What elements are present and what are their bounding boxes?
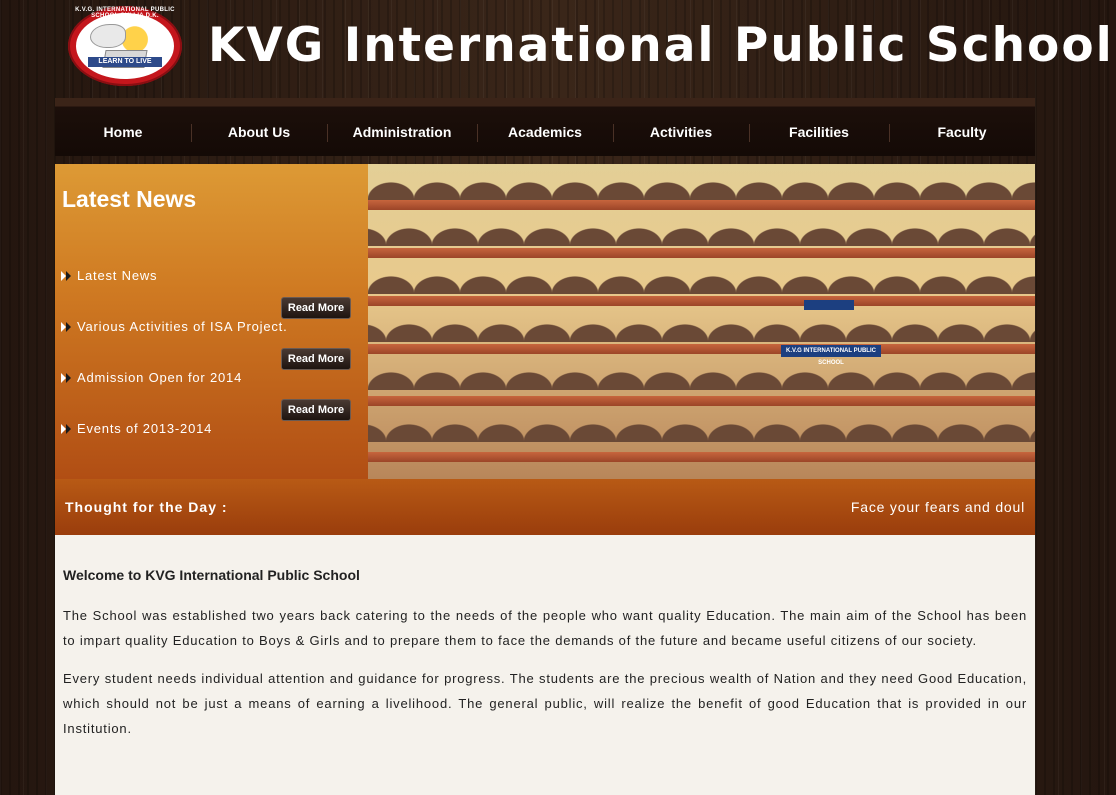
logo-emblem — [76, 13, 174, 79]
building-arches — [368, 164, 1035, 200]
school-logo[interactable]: K.V.G. INTERNATIONAL PUBLIC SCHOOL SULLI… — [68, 6, 182, 86]
main-nav: Home About Us Administration Academics A… — [55, 98, 1035, 156]
building-arches — [368, 210, 1035, 246]
latest-news-panel: Latest News Latest News Read More Variou… — [55, 164, 368, 479]
building-floor — [368, 344, 1035, 354]
thought-label: Thought for the Day : — [65, 499, 228, 515]
read-more-button[interactable]: Read More — [281, 348, 351, 370]
building-floor — [368, 396, 1035, 406]
latest-news-title: Latest News — [62, 186, 197, 212]
building-sign: K.V.G INTERNATIONAL PUBLIC SCHOOL — [781, 345, 881, 366]
double-arrow-icon — [61, 372, 76, 383]
nav-activities[interactable]: Activities — [613, 98, 749, 156]
double-arrow-icon — [61, 321, 76, 332]
dove-icon — [90, 24, 126, 48]
nav-home[interactable]: Home — [55, 98, 191, 156]
thought-bar: Thought for the Day : Face your fears an… — [55, 479, 1035, 535]
thought-marquee: Face your fears and doul — [850, 499, 1025, 515]
building-arches — [368, 306, 1035, 342]
welcome-content: Welcome to KVG International Public Scho… — [55, 535, 1035, 795]
welcome-heading: Welcome to KVG International Public Scho… — [63, 567, 360, 583]
nav-faculty[interactable]: Faculty — [889, 98, 1035, 156]
logo-banner: LEARN TO LIVE — [88, 57, 162, 67]
news-item-label[interactable]: Admission Open for 2014 — [77, 370, 242, 385]
nav-facilities[interactable]: Facilities — [749, 98, 889, 156]
header: K.V.G. INTERNATIONAL PUBLIC SCHOOL SULLI… — [55, 0, 1112, 98]
building-arches — [368, 258, 1035, 294]
nav-academics[interactable]: Academics — [477, 98, 613, 156]
welcome-paragraph: The School was established two years bac… — [63, 608, 1027, 648]
double-arrow-icon — [61, 423, 76, 434]
welcome-paragraph: Every student needs individual attention… — [63, 671, 1027, 736]
hero-section: Latest News Latest News Read More Variou… — [55, 164, 1035, 479]
logo-ring-text: K.V.G. INTERNATIONAL PUBLIC SCHOOL SULLI… — [75, 7, 175, 19]
building-sign-small — [804, 300, 854, 310]
building-arches — [368, 406, 1035, 450]
read-more-button[interactable]: Read More — [281, 297, 351, 319]
building-floor — [368, 452, 1035, 462]
news-item-label[interactable]: Latest News — [77, 268, 157, 283]
building-floor — [368, 248, 1035, 258]
read-more-button[interactable]: Read More — [281, 399, 351, 421]
nav-about-us[interactable]: About Us — [191, 98, 327, 156]
news-item-label[interactable]: Events of 2013-2014 — [77, 421, 212, 436]
news-item[interactable]: Admission Open for 2014 — [61, 370, 242, 385]
news-item[interactable]: Events of 2013-2014 — [61, 421, 212, 436]
news-item[interactable]: Various Activities of ISA Project. — [61, 319, 287, 334]
news-item[interactable]: Latest News — [61, 268, 157, 283]
school-building-photo: K.V.G INTERNATIONAL PUBLIC SCHOOL — [368, 164, 1035, 479]
building-floor — [368, 296, 1035, 306]
building-floor — [368, 200, 1035, 210]
news-item-label[interactable]: Various Activities of ISA Project. — [77, 319, 287, 334]
building-arches — [368, 354, 1035, 394]
double-arrow-icon — [61, 270, 76, 281]
nav-administration[interactable]: Administration — [327, 98, 477, 156]
page-wrapper: K.V.G. INTERNATIONAL PUBLIC SCHOOL SULLI… — [55, 0, 1112, 795]
site-title: KVG International Public School — [208, 18, 1114, 73]
